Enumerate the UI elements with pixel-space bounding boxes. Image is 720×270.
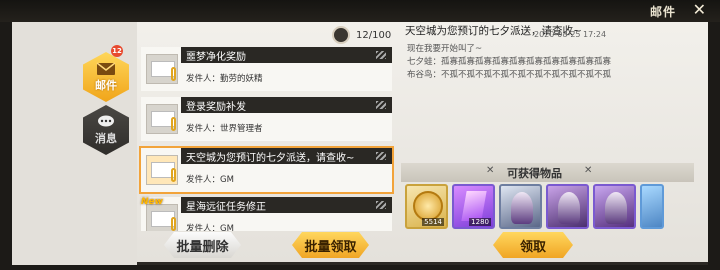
tab-mail-label: 邮件	[95, 78, 117, 92]
mail-subject: 噩梦净化奖励	[186, 52, 246, 63]
attachment-clip-icon	[171, 168, 176, 182]
reward-item[interactable]	[546, 184, 589, 229]
envelope-icon	[96, 61, 116, 75]
unread-badge: 12	[111, 45, 123, 57]
mail-sender: 发件人：世界管理者	[186, 124, 263, 134]
new-tag: New	[141, 197, 163, 207]
top-bar: 邮件 ✕	[0, 0, 720, 22]
mail-sender: 发件人：勤劳的妖精	[186, 74, 263, 84]
window-title: 邮件	[649, 5, 676, 19]
mail-detail-date: 2020-08-25 17:24	[534, 30, 607, 39]
reward-item[interactable]	[593, 184, 636, 229]
decor-cross-icon: ✕	[486, 165, 495, 176]
mail-count: 12/100	[356, 29, 392, 41]
mail-body-line: 现在我要开始叫了~	[407, 44, 483, 54]
character-figure-icon	[511, 192, 533, 224]
reward-item[interactable]: 1280	[452, 184, 495, 229]
close-icon[interactable]: ✕	[693, 0, 706, 19]
mail-sender: 发件人：GM	[186, 175, 234, 185]
mail-subject: 星海远征任务修正	[186, 202, 266, 213]
character-portrait-icon	[558, 192, 580, 224]
mail-detail-body: 现在我要开始叫了~ 七夕蛙：孤寡孤寡孤寡孤寡孤寡孤寡孤寡孤寡孤寡孤寡 布谷鸟：不…	[407, 43, 677, 82]
decor-cross-icon: ✕	[584, 165, 593, 176]
chat-bubble-icon	[98, 115, 114, 126]
reward-count: 5514	[422, 218, 444, 226]
attachment-clip-icon	[171, 67, 176, 81]
attachment-clip-icon	[171, 217, 176, 231]
mail-counter: 12/100	[332, 26, 392, 44]
gold-coin-icon	[413, 191, 443, 221]
mail-subject: 天空城为您预订的七夕派送，请查收~	[186, 153, 355, 164]
claim-button[interactable]: 领取	[493, 232, 573, 258]
mail-sender: 发件人：GM	[186, 224, 234, 231]
rewards-title: 可获得物品	[507, 167, 562, 180]
mailbox-icon	[332, 26, 350, 44]
mail-item-selected[interactable]: 天空城为您预订的七夕派送，请查收~ 发件人：GM	[139, 146, 394, 194]
character-portrait-icon	[605, 192, 627, 224]
rewards-header: ✕ 可获得物品 ✕	[401, 163, 694, 182]
purple-gem-icon	[461, 191, 487, 221]
tab-messages-label: 消息	[95, 131, 117, 145]
mail-body-line: 七夕蛙：孤寡孤寡孤寡孤寡孤寡孤寡孤寡孤寡孤寡孤寡	[407, 57, 612, 67]
reward-item[interactable]: 5514	[405, 184, 448, 229]
attachment-clip-icon	[171, 117, 176, 131]
reward-item[interactable]	[499, 184, 542, 229]
batch-claim-button[interactable]: 批量领取	[292, 232, 369, 258]
batch-delete-button[interactable]: 批量删除	[164, 232, 241, 258]
mail-item[interactable]: 登录奖励补发 发件人：世界管理者	[141, 97, 392, 141]
mail-item[interactable]: 噩梦净化奖励 发件人：勤劳的妖精	[141, 47, 392, 91]
mail-subject: 登录奖励补发	[186, 102, 246, 113]
reward-item[interactable]	[640, 184, 664, 229]
mail-item[interactable]: 星海远征任务修正 发件人：GM	[141, 197, 392, 231]
reward-count: 1280	[469, 218, 491, 226]
mail-body-line: 布谷鸟：不孤不孤不孤不孤不孤不孤不孤不孤不孤不孤	[407, 70, 612, 80]
